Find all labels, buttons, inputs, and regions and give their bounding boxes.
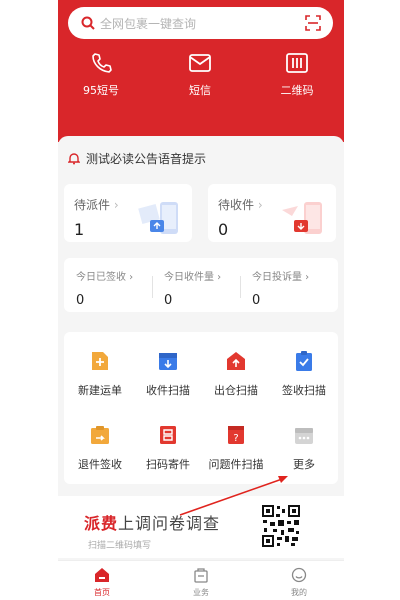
grid-item-receive-scan[interactable]: 收件扫描 [134, 350, 202, 398]
scan-icon[interactable] [305, 15, 321, 31]
quick-action-label: 短信 [189, 84, 211, 97]
divider [152, 276, 153, 298]
grid-item-label: 问题件扫描 [208, 458, 264, 471]
search-placeholder[interactable]: 全网包裹一键查询 [100, 15, 196, 32]
problem-scan-icon: ? [228, 426, 244, 444]
tile-label: 待收件 › [218, 198, 263, 212]
stat-label: 今日已签收 › [76, 272, 134, 283]
grid-item-label: 退件签收 [78, 458, 122, 471]
tab-label: 我的 [291, 588, 307, 597]
grid-item-label: 更多 [293, 458, 315, 471]
business-icon [194, 568, 208, 583]
pickup-phone-icon [282, 202, 322, 234]
banner-title: 派费上调问卷调查 [84, 514, 221, 533]
pending-delivery-count: 1 [74, 220, 85, 239]
sign-scan-icon [296, 351, 312, 371]
grid-item-label: 签收扫描 [282, 384, 326, 397]
grid-item-new-waybill[interactable]: 新建运单 [66, 350, 134, 398]
pending-delivery-tile[interactable]: 待派件 › 1 [64, 184, 192, 242]
tab-business[interactable]: 业务 [171, 567, 231, 598]
app-screen: 全网包裹一键查询 95短号 短信 二维码 测试必读公告语音提示 待派件 › 1 … [58, 0, 344, 600]
stat-label: 今日投诉量 › [252, 272, 310, 283]
stat-complaints-today[interactable]: 今日投诉量 › 0 [252, 268, 332, 308]
stat-value: 0 [76, 293, 85, 308]
grid-item-return-sign[interactable]: 退件签收 [66, 424, 134, 472]
grid-item-label: 收件扫描 [146, 384, 190, 397]
grid-item-label: 出仓扫描 [214, 384, 258, 397]
survey-qrcode-image [261, 504, 301, 548]
svg-text:?: ? [233, 433, 238, 444]
grid-item-label: 新建运单 [78, 384, 122, 397]
quick-action-sms[interactable]: 短信 [165, 52, 235, 98]
delivery-phone-icon [138, 202, 178, 234]
survey-banner[interactable]: 派费上调问卷调查 扫描二维码填写 [58, 496, 344, 558]
qrcode-icon [286, 53, 308, 73]
tab-home[interactable]: 首页 [72, 567, 132, 598]
search-bar[interactable]: 全网包裹一键查询 [68, 7, 333, 39]
search-icon [81, 16, 95, 30]
notice-text: 测试必读公告语音提示 [86, 151, 207, 166]
quick-action-label: 95短号 [83, 84, 119, 97]
more-icon [295, 428, 313, 444]
receive-scan-icon [159, 353, 177, 370]
return-sign-icon [91, 426, 109, 444]
tab-label: 首页 [94, 588, 110, 597]
outbound-scan-icon [227, 352, 245, 370]
profile-icon [291, 567, 307, 583]
quick-action-short-number[interactable]: 95短号 [66, 52, 136, 98]
phone-icon [92, 53, 112, 73]
bottom-tab-bar: 首页 业务 我的 [58, 560, 344, 600]
pending-pickup-count: 0 [218, 220, 229, 239]
mail-icon [189, 54, 211, 72]
grid-item-problem-scan[interactable]: ? 问题件扫描 [202, 424, 270, 472]
function-grid: 新建运单 收件扫描 出仓扫描 签收扫描 退件签收 扫码寄件 ? 问题件扫描 更多 [64, 332, 338, 484]
bell-icon [68, 152, 80, 164]
grid-item-outbound-scan[interactable]: 出仓扫描 [202, 350, 270, 398]
divider [240, 276, 241, 298]
grid-item-more[interactable]: 更多 [270, 424, 338, 472]
stat-label: 今日收件量 › [164, 272, 222, 283]
stat-value: 0 [164, 293, 173, 308]
home-icon [95, 568, 109, 582]
tab-label: 业务 [193, 588, 209, 597]
new-waybill-icon [92, 352, 108, 370]
grid-item-sign-scan[interactable]: 签收扫描 [270, 350, 338, 398]
stat-value: 0 [252, 293, 261, 308]
stat-signed-today[interactable]: 今日已签收 › 0 [76, 268, 156, 308]
tile-label: 待派件 › [74, 198, 119, 212]
tab-profile[interactable]: 我的 [269, 567, 329, 598]
quick-action-qrcode[interactable]: 二维码 [262, 52, 332, 98]
quick-action-label: 二维码 [280, 84, 314, 97]
notice-bar[interactable]: 测试必读公告语音提示 [68, 148, 206, 168]
pending-pickup-tile[interactable]: 待收件 › 0 [208, 184, 336, 242]
grid-item-scan-send[interactable]: 扫码寄件 [134, 424, 202, 472]
grid-item-label: 扫码寄件 [146, 458, 190, 471]
header: 全网包裹一键查询 95短号 短信 二维码 [58, 0, 344, 142]
banner-subtitle: 扫描二维码填写 [88, 541, 152, 551]
today-stats-panel: 今日已签收 › 0 今日收件量 › 0 今日投诉量 › 0 [64, 258, 338, 312]
scan-send-icon [160, 426, 176, 444]
stat-received-today[interactable]: 今日收件量 › 0 [164, 268, 244, 308]
